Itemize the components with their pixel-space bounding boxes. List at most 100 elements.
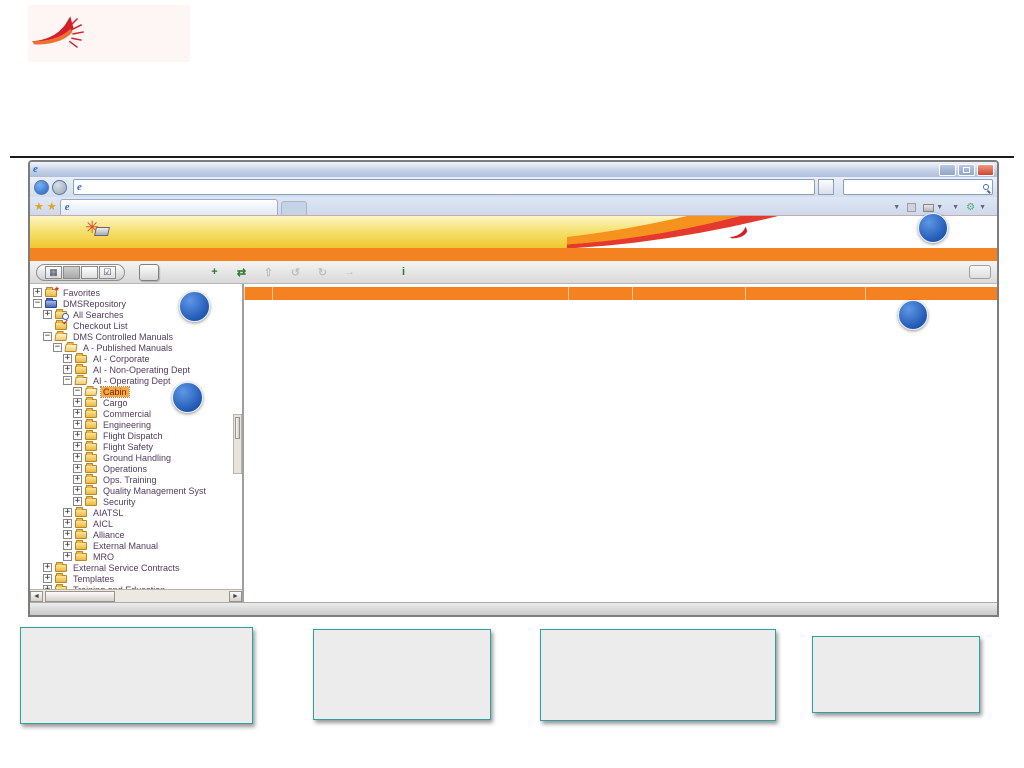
browse-view-icon[interactable] — [63, 265, 80, 279]
scroll-right-icon[interactable]: ► — [229, 590, 242, 602]
tree-item-label[interactable]: Checkout List — [71, 321, 130, 331]
tree-expander-icon[interactable]: + — [73, 442, 82, 451]
tree-item[interactable]: + External Service Contracts — [30, 561, 242, 573]
search-icon[interactable] — [983, 184, 989, 190]
modified-by-column-header[interactable] — [632, 287, 745, 300]
scroll-left-icon[interactable]: ◄ — [30, 590, 43, 602]
favorites-star-icon[interactable]: ★ — [34, 200, 44, 215]
tab-filenet-browse[interactable]: e — [59, 199, 278, 215]
tree-item-label[interactable]: AICL — [91, 519, 115, 529]
tree-item-label[interactable]: External Service Contracts — [71, 563, 182, 573]
tree-item[interactable]: − Cabin — [30, 385, 242, 398]
restore-button[interactable] — [958, 163, 975, 176]
tree-item[interactable]: + Ops. Training — [30, 473, 242, 485]
address-dropdown-button[interactable] — [818, 179, 834, 195]
tree-item-label[interactable]: DMSRepository — [61, 299, 128, 309]
drag-files-button[interactable] — [969, 265, 991, 279]
modified-on-column-header[interactable] — [745, 287, 865, 300]
tree-item-label[interactable]: Cargo — [101, 398, 130, 408]
tasks-view-icon[interactable]: ☑ — [99, 265, 116, 279]
tree-item[interactable]: + Quality Management Syst — [30, 484, 242, 496]
tree-item-label[interactable]: Templates — [71, 574, 116, 584]
tree-horizontal-scrollbar[interactable]: ◄ ► — [30, 589, 242, 602]
tree-item-label[interactable]: Quality Management Syst — [101, 486, 208, 496]
checkout-icon[interactable]: ⇧ — [260, 265, 277, 280]
tree-item[interactable]: + AIATSL — [30, 506, 242, 518]
undo-checkout-icon[interactable]: ↺ — [287, 265, 304, 280]
tree-item[interactable]: + Flight Safety — [30, 440, 242, 452]
actions-button[interactable] — [139, 263, 159, 281]
tree-expander-icon[interactable]: + — [63, 530, 72, 539]
forward-button[interactable] — [52, 179, 67, 195]
minimize-button[interactable] — [939, 163, 956, 176]
tree-item-label[interactable]: Favorites — [61, 288, 102, 298]
tree-expander-icon[interactable]: + — [73, 486, 82, 495]
checkin-icon[interactable]: ↻ — [314, 265, 331, 280]
add-document-icon[interactable] — [179, 265, 196, 280]
tree-expander-icon[interactable]: − — [73, 387, 82, 396]
tree-item[interactable]: − DMSRepository — [30, 297, 242, 309]
scrollbar-thumb[interactable] — [45, 590, 115, 602]
tree-item[interactable]: + Ground Handling — [30, 451, 242, 463]
page-menu-button[interactable]: ▼ — [950, 204, 959, 211]
tree-item[interactable]: − AI - Operating Dept — [30, 375, 242, 386]
tree-item-label[interactable]: Operations — [101, 464, 149, 474]
tree-item[interactable]: + AI - Corporate — [30, 352, 242, 364]
send-to-desktop-icon[interactable] — [368, 265, 385, 280]
tree-expander-icon[interactable]: + — [73, 398, 82, 407]
tree-item[interactable]: + AICL — [30, 517, 242, 529]
move-icon[interactable]: → — [341, 265, 358, 280]
close-button[interactable] — [977, 163, 994, 176]
tree-item-label[interactable]: Flight Dispatch — [101, 431, 165, 441]
tree-item-label[interactable]: DMS Controlled Manuals — [71, 332, 175, 342]
tree-item-label[interactable]: A - Published Manuals — [81, 343, 175, 353]
back-button[interactable] — [34, 179, 49, 195]
tree-item-label[interactable]: Ground Handling — [101, 453, 173, 463]
tree-expander-icon[interactable]: + — [63, 354, 72, 363]
tree-item-label[interactable]: Alliance — [91, 530, 127, 540]
thumbnails-view-icon[interactable]: ▦ — [45, 265, 62, 279]
tree-expander-icon[interactable]: + — [73, 453, 82, 462]
tree-item-label[interactable]: MRO — [91, 552, 116, 562]
add-folder-icon[interactable]: + — [206, 265, 223, 280]
tree-item[interactable]: − DMS Controlled Manuals — [30, 331, 242, 342]
major-version-column-header[interactable] — [865, 287, 997, 300]
feeds-button[interactable] — [907, 203, 917, 212]
tree-item[interactable]: + Operations — [30, 462, 242, 474]
tree-item-label[interactable]: Ops. Training — [101, 475, 159, 485]
select-column-header[interactable] — [244, 287, 272, 300]
tree-item-label[interactable]: All Searches — [71, 310, 126, 320]
checkin-checkout-icon[interactable]: ⇄ — [233, 265, 250, 280]
tree-expander-icon[interactable]: + — [73, 431, 82, 440]
tree-item[interactable]: − A - Published Manuals — [30, 342, 242, 353]
tree-expander-icon[interactable]: + — [63, 541, 72, 550]
tree-expander-icon[interactable]: + — [63, 552, 72, 561]
tree-item-label[interactable]: AI - Operating Dept — [91, 376, 173, 386]
search-input[interactable] — [843, 179, 993, 195]
tree-item-label[interactable]: AI - Corporate — [91, 354, 152, 364]
tree-item-label[interactable]: External Manual — [91, 541, 160, 551]
tree-item[interactable]: + Alliance — [30, 528, 242, 540]
name-column-header[interactable] — [272, 287, 568, 300]
new-tab-button[interactable] — [280, 201, 307, 215]
tree-item[interactable]: + Flight Dispatch — [30, 429, 242, 441]
url-field[interactable]: e — [73, 179, 815, 195]
tree-item-label[interactable]: AIATSL — [91, 508, 125, 518]
tree-item[interactable]: + Cargo — [30, 396, 242, 408]
tree-item[interactable]: + External Manual — [30, 539, 242, 551]
tree-expander-icon[interactable]: + — [73, 409, 82, 418]
tree-expander-icon[interactable]: + — [73, 475, 82, 484]
tree-item-label[interactable]: Security — [101, 497, 138, 507]
tree-expander-icon[interactable]: + — [43, 310, 52, 319]
tree-expander-icon[interactable]: + — [63, 365, 72, 374]
tree-expander-icon[interactable]: − — [43, 332, 52, 341]
tree-item-label[interactable]: AI - Non-Operating Dept — [91, 365, 192, 375]
tree-expander-icon[interactable]: + — [63, 508, 72, 517]
tree-item[interactable]: Checkout List — [30, 318, 242, 331]
home-button[interactable]: ▼ — [891, 204, 900, 211]
tree-item[interactable]: + AI - Non-Operating Dept — [30, 363, 242, 375]
tree-expander-icon[interactable]: + — [73, 464, 82, 473]
tree-item[interactable]: + Favorites — [30, 285, 242, 298]
tree-item[interactable]: + Security — [30, 495, 242, 507]
tree-expander-icon[interactable]: − — [53, 343, 62, 352]
